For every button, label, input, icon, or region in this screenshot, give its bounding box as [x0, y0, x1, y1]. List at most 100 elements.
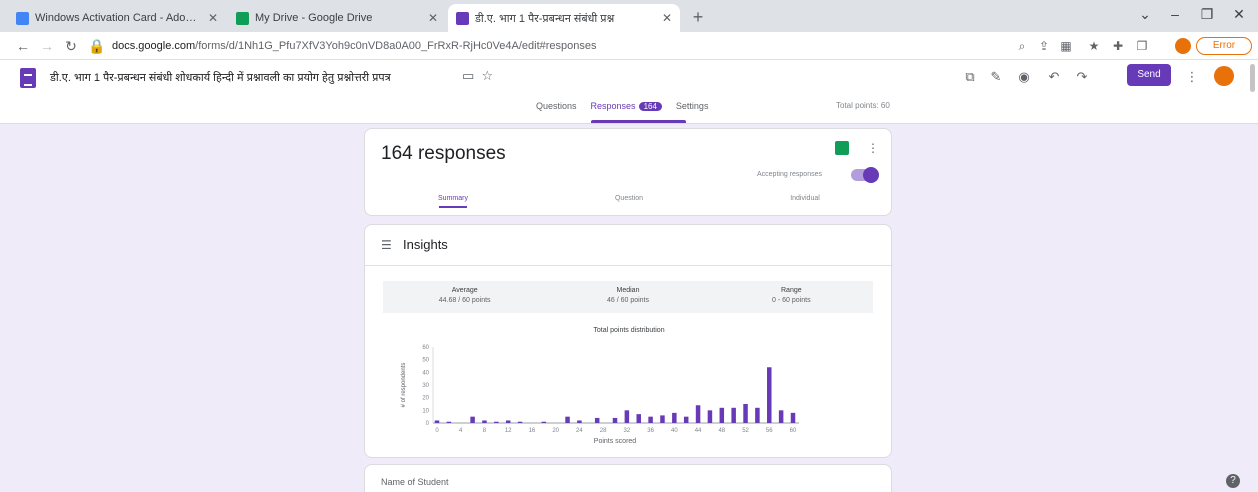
x-axis-label: Points scored — [594, 438, 637, 445]
x-tick-label: 8 — [483, 428, 487, 434]
stat-median: Median 46 / 60 points — [546, 281, 709, 313]
palette-icon[interactable]: ✎ — [986, 68, 1006, 86]
chart-bar — [434, 420, 440, 423]
points-distribution-chart: 0 10 20 30 40 50 60 0 4 8 12 16 20 24 28 32 36 40 44 48 52 56… — [391, 343, 861, 449]
x-tick-label: 48 — [718, 428, 725, 434]
stat-range: Range 0 - 60 points — [710, 281, 873, 313]
tab-individual[interactable]: Individual — [717, 195, 893, 208]
x-tick-label: 56 — [766, 428, 773, 434]
responses-count-badge: 164 — [638, 102, 662, 111]
chart-bar — [790, 412, 796, 423]
chart-bar — [755, 407, 760, 423]
chart-bar — [565, 416, 570, 423]
url-host: docs.google.com — [112, 40, 196, 52]
close-window-icon[interactable]: ✕ — [1224, 6, 1254, 23]
tab-summary[interactable]: Summary — [365, 195, 541, 208]
sheets-icon[interactable] — [835, 141, 849, 155]
star-icon[interactable]: ☆ — [482, 68, 494, 83]
account-avatar[interactable] — [1214, 66, 1234, 86]
chart-bar — [683, 416, 689, 423]
chart-bar — [778, 410, 784, 423]
accepting-responses-toggle[interactable] — [851, 167, 879, 183]
forward-icon[interactable]: → — [38, 37, 56, 55]
browser-tab-drive[interactable]: My Drive - Google Drive ✕ — [228, 4, 446, 32]
new-tab-button[interactable]: + — [686, 6, 710, 28]
browser-tab-form[interactable]: डी.ए. भाग 1 पैर-प्रबन्धन संबंधी प्रश्न ✕ — [448, 4, 680, 32]
browser-tab-activation[interactable]: Windows Activation Card - Adoption ✕ — [8, 4, 226, 32]
x-tick-label: 20 — [552, 428, 559, 434]
chart-bar — [672, 412, 677, 423]
stat-label: Range — [781, 287, 802, 294]
tab-favicon-icon — [16, 11, 29, 25]
browser-toolbar: ← → ↻ 🔒 docs.google.com/forms/d/1Nh1G_Pf… — [0, 32, 1258, 60]
lock-icon: 🔒 — [88, 38, 106, 54]
tab-questions[interactable]: Questions — [536, 99, 577, 117]
minimize-icon[interactable]: – — [1160, 6, 1190, 22]
x-tick-label: 12 — [505, 428, 512, 434]
chart-bar — [470, 416, 475, 423]
tab-search-icon[interactable]: ⌄ — [1130, 6, 1160, 23]
tab-responses[interactable]: Responses 164 — [590, 99, 687, 123]
chart-bar — [505, 420, 511, 423]
y-tick-label: 20 — [422, 396, 429, 402]
preview-eye-icon[interactable]: ◉ — [1014, 68, 1034, 86]
chart-bar — [494, 421, 499, 423]
share-icon[interactable]: ⇪ — [1036, 38, 1052, 54]
chart-bar — [731, 407, 736, 423]
close-icon[interactable]: ✕ — [208, 11, 218, 25]
redo-icon[interactable]: ↷ — [1072, 68, 1092, 86]
send-button[interactable]: Send — [1127, 64, 1171, 86]
title-actions: ▭ ☆ — [462, 68, 493, 84]
reload-icon[interactable]: ↻ — [62, 37, 80, 55]
y-tick-label: 0 — [426, 421, 430, 427]
more-vert-icon[interactable]: ⋮ — [1182, 68, 1202, 86]
bookmark-star-icon[interactable]: ★ — [1086, 38, 1102, 54]
addon-icon[interactable]: ⧉ — [960, 68, 980, 86]
help-icon[interactable]: ? — [1226, 474, 1240, 488]
undo-icon[interactable]: ↶ — [1044, 68, 1064, 86]
stats-row: Average 44.68 / 60 points Median 46 / 60… — [383, 281, 873, 313]
tab-responses-label: Responses — [590, 101, 636, 111]
chart-bar — [636, 414, 641, 423]
tab-question[interactable]: Question — [541, 195, 717, 208]
zoom-icon[interactable]: ⌕ — [1014, 38, 1030, 54]
y-tick-label: 40 — [422, 370, 429, 376]
chart-bar — [517, 421, 523, 423]
close-icon[interactable]: ✕ — [662, 11, 672, 25]
chart-bar — [719, 407, 725, 423]
divider — [365, 265, 893, 266]
sidepanel-icon[interactable]: ❐ — [1134, 38, 1150, 54]
error-pill-button[interactable]: Error — [1196, 37, 1252, 55]
x-tick-label: 40 — [671, 428, 678, 434]
folder-icon[interactable]: ▭ — [462, 68, 474, 83]
stat-value: 44.68 / 60 points — [438, 297, 491, 304]
form-title[interactable]: डी.ए. भाग 1 पैर-प्रबन्धन संबंधी शोधकार्य… — [50, 70, 391, 85]
address-bar[interactable]: docs.google.com/forms/d/1Nh1G_Pfu7XfV3Yo… — [112, 36, 1012, 56]
responses-subtabs: Summary Question Individual — [365, 195, 893, 208]
forms-header: डी.ए. भाग 1 पैर-प्रबन्धन संबंधी शोधकार्य… — [0, 60, 1258, 124]
close-icon[interactable]: ✕ — [428, 11, 438, 25]
x-tick-label: 36 — [647, 428, 654, 434]
puzzle-icon[interactable]: ✚ — [1110, 38, 1126, 54]
back-icon[interactable]: ← — [14, 37, 32, 55]
chart-bar — [707, 410, 713, 423]
more-vert-icon[interactable]: ⋮ — [867, 141, 879, 155]
chart-bar — [648, 416, 653, 423]
tab-settings[interactable]: Settings — [676, 99, 709, 117]
name-question-card: Name of Student — [364, 464, 892, 492]
chart-bar — [446, 421, 452, 423]
forms-icon — [456, 11, 469, 25]
chart-svg: 01020304050600 4 8 12 16 20 24 28 32 36 40 44 48 52 56… — [401, 345, 799, 445]
scrollbar[interactable] — [1250, 64, 1255, 92]
extension-icon[interactable]: ▦ — [1058, 38, 1074, 54]
browser-tab-strip: Windows Activation Card - Adoption ✕ My … — [0, 0, 1258, 32]
tab-title: Windows Activation Card - Adoption — [35, 12, 202, 24]
x-tick-label: 44 — [695, 428, 702, 434]
profile-avatar[interactable] — [1175, 38, 1191, 54]
chart-bar — [660, 415, 665, 423]
maximize-icon[interactable]: ❐ — [1192, 6, 1222, 23]
insights-card: ☰ Insights Average 44.68 / 60 points Med… — [364, 224, 893, 458]
x-tick-label: 52 — [742, 428, 749, 434]
forms-logo-icon[interactable] — [20, 68, 36, 88]
chart-bar — [695, 405, 701, 423]
